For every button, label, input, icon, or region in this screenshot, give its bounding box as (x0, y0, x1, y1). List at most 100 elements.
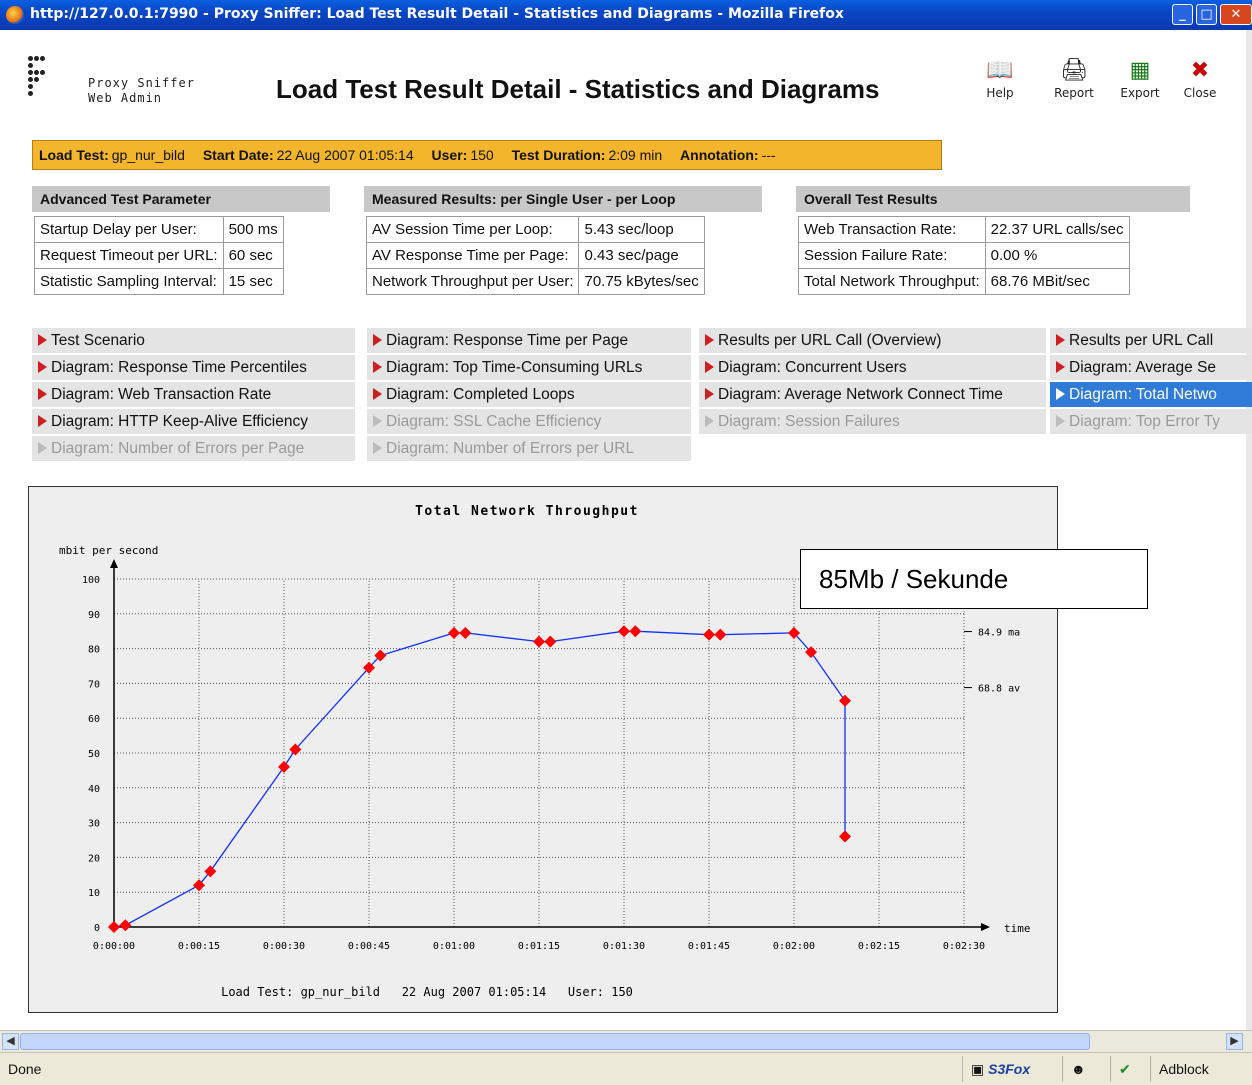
section-title: Overall Test Results (796, 186, 1190, 212)
triangle-right-icon (705, 388, 714, 400)
nav-link-completed-loops[interactable]: Diagram: Completed Loops (367, 382, 691, 407)
nav-link-average-session[interactable]: Diagram: Average Se (1050, 355, 1252, 380)
y-tick-label: 60 (88, 714, 100, 725)
start-date-label: Start Date: (202, 147, 274, 163)
param-value: 60 sec (222, 242, 284, 269)
nav-label: Diagram: SSL Cache Efficiency (386, 413, 602, 430)
nav-link-average-network-connect-time[interactable]: Diagram: Average Network Connect Time (699, 382, 1046, 407)
result-label: Session Failure Rate: (798, 242, 986, 269)
triangle-right-icon (38, 388, 47, 400)
window-title: http://127.0.0.1:7990 - Proxy Sniffer: L… (30, 6, 844, 22)
nav-link-results-per-url-overview[interactable]: Results per URL Call (Overview) (699, 328, 1046, 353)
nav-link-concurrent-users[interactable]: Diagram: Concurrent Users (699, 355, 1046, 380)
nav-link-total-network-throughput[interactable]: Diagram: Total Netwo (1050, 382, 1252, 407)
nav-label: Results per URL Call (1069, 332, 1214, 349)
monkey-icon[interactable]: ☻ (1062, 1056, 1094, 1082)
triangle-right-icon (705, 415, 714, 427)
scroll-left-button[interactable]: ◀ (2, 1033, 19, 1050)
nav-link-session-failures: Diagram: Session Failures (699, 409, 1046, 434)
data-point (533, 635, 545, 648)
x-tick-label: 0:01:00 (433, 941, 475, 952)
data-point (629, 625, 642, 638)
nav-link-top-time-consuming-urls[interactable]: Diagram: Top Time-Consuming URLs (367, 355, 691, 380)
param-label: Statistic Sampling Interval: (34, 268, 224, 295)
report-button[interactable]: 🖨 Report (1046, 56, 1102, 100)
triangle-right-icon (1056, 388, 1065, 400)
triangle-right-icon (373, 334, 382, 346)
measured-table: AV Session Time per Loop: 5.43 sec/loop A… (365, 216, 705, 295)
export-button[interactable]: ▦ Export (1112, 56, 1168, 100)
vertical-scrollbar[interactable] (1246, 30, 1252, 1030)
annotation-label: Annotation: (680, 147, 759, 163)
triangle-right-icon (38, 415, 47, 427)
result-value: 68.76 MBit/sec (984, 268, 1130, 295)
x-tick-label: 0:00:30 (263, 941, 305, 952)
scroll-right-button[interactable]: ▶ (1226, 1033, 1243, 1050)
nav-link-response-time-percentiles[interactable]: Diagram: Response Time Percentiles (32, 355, 355, 380)
adblock-button[interactable]: Adblock (1150, 1056, 1247, 1082)
result-value: 0.00 % (984, 242, 1130, 269)
advanced-test-parameter-section: Advanced Test Parameter Startup Delay pe… (32, 186, 330, 295)
nav-link-errors-per-page: Diagram: Number of Errors per Page (32, 436, 355, 461)
x-icon: ✖ (1190, 58, 1210, 83)
proxy-sniffer-logo (28, 56, 45, 104)
report-label: Report (1054, 86, 1094, 100)
nav-label: Diagram: Completed Loops (386, 386, 575, 403)
s3fox-icon: ▣ (971, 1061, 985, 1077)
x-axis-arrow (981, 923, 990, 931)
nav-label: Diagram: Average Network Connect Time (718, 386, 1003, 403)
nav-label: Diagram: HTTP Keep-Alive Efficiency (51, 413, 308, 430)
load-test-label: Load Test: (39, 147, 109, 163)
nav-label: Results per URL Call (Overview) (718, 332, 942, 349)
minimize-button[interactable]: _ (1172, 4, 1193, 25)
annotation-callout: 85Mb / Sekunde (800, 549, 1148, 609)
y-tick-label: 0 (94, 923, 100, 934)
scroll-thumb[interactable] (20, 1033, 1090, 1050)
data-point (278, 760, 290, 773)
nav-label: Diagram: Response Time Percentiles (51, 359, 307, 376)
data-point (714, 628, 727, 641)
nav-link-response-time-per-page[interactable]: Diagram: Response Time per Page (367, 328, 691, 353)
s3fox-button[interactable]: ▣ S3Fox (962, 1056, 1038, 1082)
nav-label: Diagram: Average Se (1069, 359, 1217, 376)
annotation-value: --- (761, 147, 776, 163)
check-icon[interactable]: ✔ (1110, 1056, 1139, 1082)
nav-link-ssl-cache-efficiency: Diagram: SSL Cache Efficiency (367, 409, 691, 434)
user-value: 150 (470, 147, 494, 163)
triangle-right-icon (38, 442, 47, 454)
help-button[interactable]: 📖 Help (972, 56, 1028, 100)
nav-link-results-per-url-call[interactable]: Results per URL Call (1050, 328, 1252, 353)
window-titlebar: http://127.0.0.1:7990 - Proxy Sniffer: L… (0, 0, 1252, 30)
nav-label: Diagram: Number of Errors per URL (386, 440, 635, 457)
close-button[interactable]: ✖ Close (1172, 56, 1228, 100)
duration-label: Test Duration: (511, 147, 606, 163)
result-label: Total Network Throughput: (798, 268, 986, 295)
x-tick-label: 0:02:30 (943, 941, 985, 952)
triangle-right-icon (705, 334, 714, 346)
table-row: AV Session Time per Loop: 5.43 sec/loop (365, 216, 705, 243)
table-row: Total Network Throughput: 68.76 MBit/sec (798, 268, 1130, 295)
triangle-right-icon (373, 442, 382, 454)
y-tick-label: 40 (88, 784, 100, 795)
y-tick-label: 90 (88, 610, 100, 621)
nav-label: Diagram: Total Netwo (1069, 386, 1217, 403)
nav-link-test-scenario[interactable]: Test Scenario (32, 328, 355, 353)
duration-value: 2:09 min (608, 147, 663, 163)
overall-table: Web Transaction Rate: 22.37 URL calls/sec… (798, 216, 1130, 295)
data-point (448, 626, 460, 639)
data-point (119, 919, 132, 932)
maximize-button[interactable]: □ (1196, 4, 1217, 25)
nav-label: Test Scenario (51, 332, 145, 349)
chart-title: Total Network Throughput (415, 504, 639, 519)
section-title: Measured Results: per Single User - per … (364, 186, 762, 212)
advanced-table: Startup Delay per User: 500 ms Request Ti… (34, 216, 284, 295)
nav-link-web-transaction-rate[interactable]: Diagram: Web Transaction Rate (32, 382, 355, 407)
close-window-button[interactable]: ✕ (1220, 4, 1252, 25)
result-label: AV Response Time per Page: (365, 242, 580, 269)
horizontal-scrollbar[interactable]: ◀ ▶ (0, 1030, 1252, 1052)
result-value: 0.43 sec/page (578, 242, 705, 269)
nav-link-http-keep-alive-efficiency[interactable]: Diagram: HTTP Keep-Alive Efficiency (32, 409, 355, 434)
book-icon: 📖 (986, 58, 1014, 83)
table-row: Request Timeout per URL: 60 sec (34, 242, 284, 269)
triangle-right-icon (373, 388, 382, 400)
